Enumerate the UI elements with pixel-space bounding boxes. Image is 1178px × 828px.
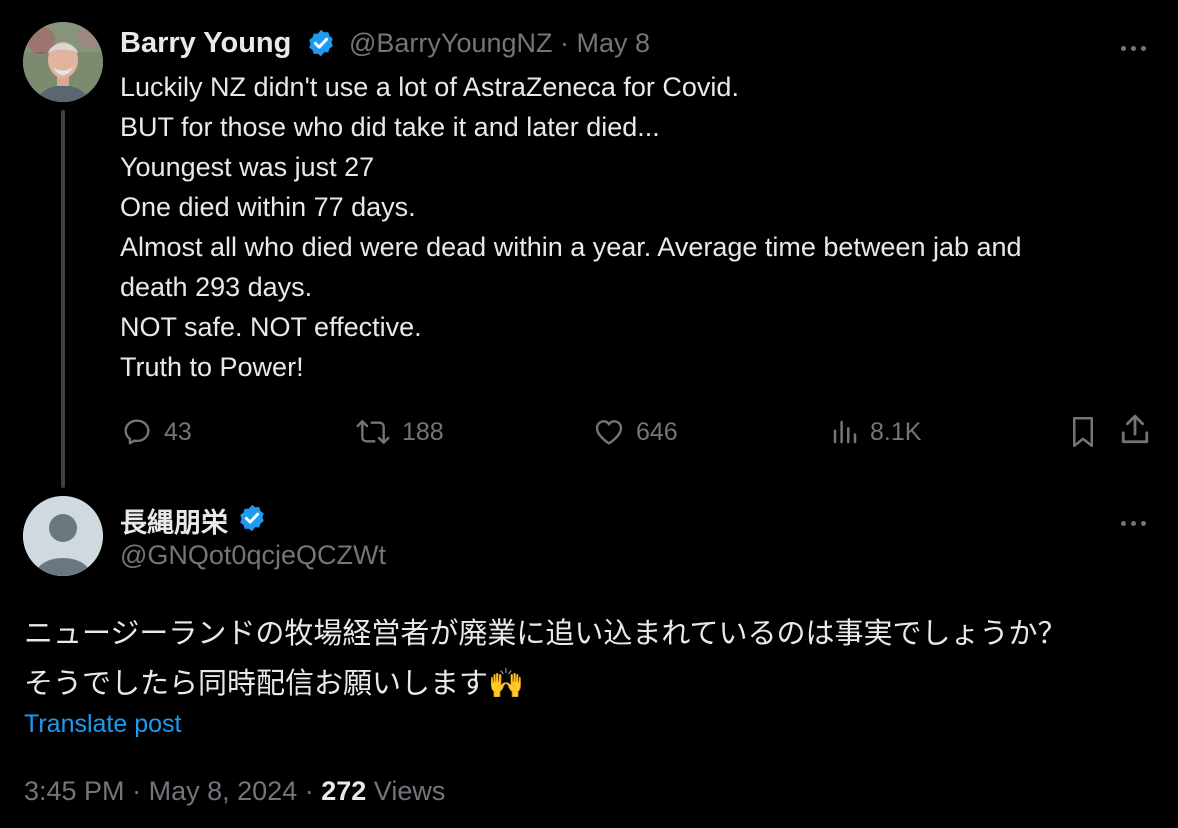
views-count: 272	[321, 776, 367, 806]
reply-count: 43	[164, 417, 192, 446]
author-handle[interactable]: @GNQot0qcjeQCZWt	[120, 540, 386, 571]
reply-button[interactable]: 43	[120, 416, 192, 448]
author-meta: @BarryYoungNZ · May 8	[349, 28, 650, 59]
heart-icon	[595, 420, 623, 445]
post-time[interactable]: 3:45 PM	[24, 776, 125, 806]
tweet-line: Youngest was just 27	[120, 152, 375, 182]
views-label: Views	[373, 776, 446, 806]
meta-separator: ·	[560, 28, 570, 58]
reply-icon	[124, 419, 150, 445]
post-timestamp: 3:45 PM · May 8, 2024 · 272 Views	[24, 776, 445, 807]
tweet-date[interactable]: May 8	[577, 28, 651, 58]
more-options-icon[interactable]	[1121, 513, 1155, 526]
translate-post-link[interactable]: Translate post	[24, 710, 181, 739]
tweet-text: Luckily NZ didn't use a lot of AstraZene…	[120, 67, 1170, 387]
default-avatar-icon	[23, 496, 103, 576]
meta-separator: ·	[304, 776, 314, 806]
meta-separator: ·	[132, 776, 142, 806]
tweet-line: NOT safe. NOT effective.	[120, 312, 422, 342]
author-name[interactable]: 長縄朋栄	[120, 501, 228, 540]
verified-badge-icon[interactable]	[306, 28, 336, 58]
avatar[interactable]	[23, 22, 103, 102]
tweet-line: Luckily NZ didn't use a lot of AstraZene…	[120, 72, 739, 102]
like-count: 646	[636, 417, 678, 446]
analytics-icon	[833, 420, 857, 444]
tweet-line: ニュージーランドの牧場経営者が廃業に追い込まれているのは事実でしょうか？	[24, 616, 1067, 650]
views-button[interactable]: 8.1K	[830, 416, 921, 448]
tweet-line: そうでしたら同時配信お願いします🙌	[24, 666, 525, 700]
repost-count: 188	[402, 417, 444, 446]
share-icon[interactable]	[1118, 412, 1152, 448]
thread-connector-line	[61, 110, 65, 488]
verified-badge-icon[interactable]	[237, 503, 267, 533]
like-button[interactable]: 646	[592, 416, 678, 448]
views-count: 8.1K	[870, 417, 922, 446]
tweet-line: death 293 days.	[120, 272, 313, 302]
tweet-line: BUT for those who did take it and later …	[120, 112, 660, 142]
tweet-line: Almost all who died were dead within a y…	[120, 232, 1022, 262]
author-name[interactable]: Barry Young	[120, 27, 291, 60]
bookmark-icon[interactable]	[1068, 414, 1098, 450]
repost-button[interactable]: 188	[354, 416, 444, 448]
more-options-icon[interactable]	[1121, 38, 1155, 51]
profile-photo	[23, 22, 103, 102]
tweet-text: ニュージーランドの牧場経営者が廃業に追い込まれているのは事実でしょうか？ そうで…	[24, 608, 1174, 708]
author-handle[interactable]: @BarryYoungNZ	[349, 28, 553, 58]
tweet-line: One died within 77 days.	[120, 192, 416, 222]
tweet-line: Truth to Power!	[120, 352, 304, 382]
post-date[interactable]: May 8, 2024	[149, 776, 298, 806]
avatar[interactable]	[23, 496, 103, 576]
repost-icon	[356, 420, 390, 444]
